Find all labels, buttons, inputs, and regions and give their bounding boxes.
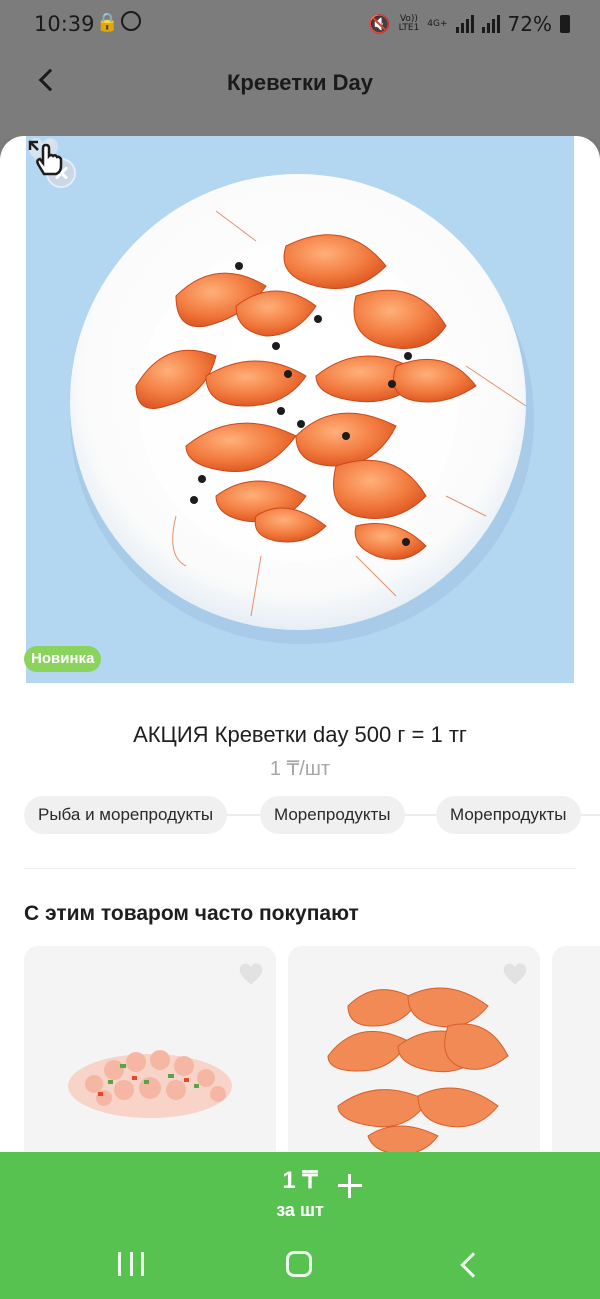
status-time: 10:39 [34, 12, 95, 36]
cart-unit: за шт [276, 1200, 324, 1220]
lock-icon: 🔒 [96, 12, 119, 33]
category-chip-fish-seafood[interactable]: Рыба и морепродукты [24, 796, 228, 834]
tap-zoom-icon[interactable] [26, 136, 66, 176]
product-sheet: Новинка АКЦИЯ Креветки day 500 г = 1 тг … [0, 136, 600, 1299]
home-button[interactable] [286, 1251, 312, 1277]
heart-icon[interactable] [238, 962, 264, 986]
mute-icon: 🔇 [368, 13, 391, 35]
plus-icon[interactable] [336, 1172, 364, 1200]
signal-icon-2 [481, 15, 500, 33]
page-title: Креветки Day [226, 70, 374, 95]
product-image [26, 136, 574, 683]
system-back-button[interactable] [458, 1252, 482, 1276]
signal-icon [455, 15, 474, 33]
related-product-card[interactable] [24, 946, 276, 1176]
product-price: 1 ₸/шт [269, 758, 331, 780]
status-indicators: 🔇 Vo)) LTE1 4G+ 72% [368, 12, 570, 36]
add-to-cart-bar[interactable]: 1 ₸ за шт [0, 1152, 600, 1299]
new-badge: Новинка [24, 646, 102, 672]
app-header: Креветки Day [0, 48, 600, 138]
related-product-card[interactable] [288, 946, 540, 1176]
divider [24, 868, 576, 869]
cart-price: 1 ₸ [282, 1167, 318, 1194]
battery-level: 72% [507, 12, 552, 36]
category-chips: Рыба и морепродукты Морепродукты Морепро… [24, 796, 600, 834]
recent-apps-button[interactable] [118, 1252, 144, 1276]
network-type: 4G+ [427, 18, 448, 29]
heart-icon[interactable] [502, 962, 528, 986]
related-section-title: С этим товаром часто покупают [24, 902, 359, 925]
battery-icon [560, 15, 570, 33]
shrimp-plate-illustration [70, 174, 534, 644]
volte-indicator: Vo)) LTE1 [398, 14, 420, 33]
related-product-card[interactable] [552, 946, 600, 1176]
whatsapp-icon [121, 11, 141, 31]
category-chip-seafood[interactable]: Морепродукты [260, 796, 405, 834]
product-name: АКЦИЯ Креветки day 500 г = 1 тг [133, 722, 467, 747]
category-chip-seafood-2[interactable]: Морепродукты [436, 796, 581, 834]
status-bar: 10:39 🔒 🔇 Vo)) LTE1 4G+ 72% [0, 0, 600, 48]
